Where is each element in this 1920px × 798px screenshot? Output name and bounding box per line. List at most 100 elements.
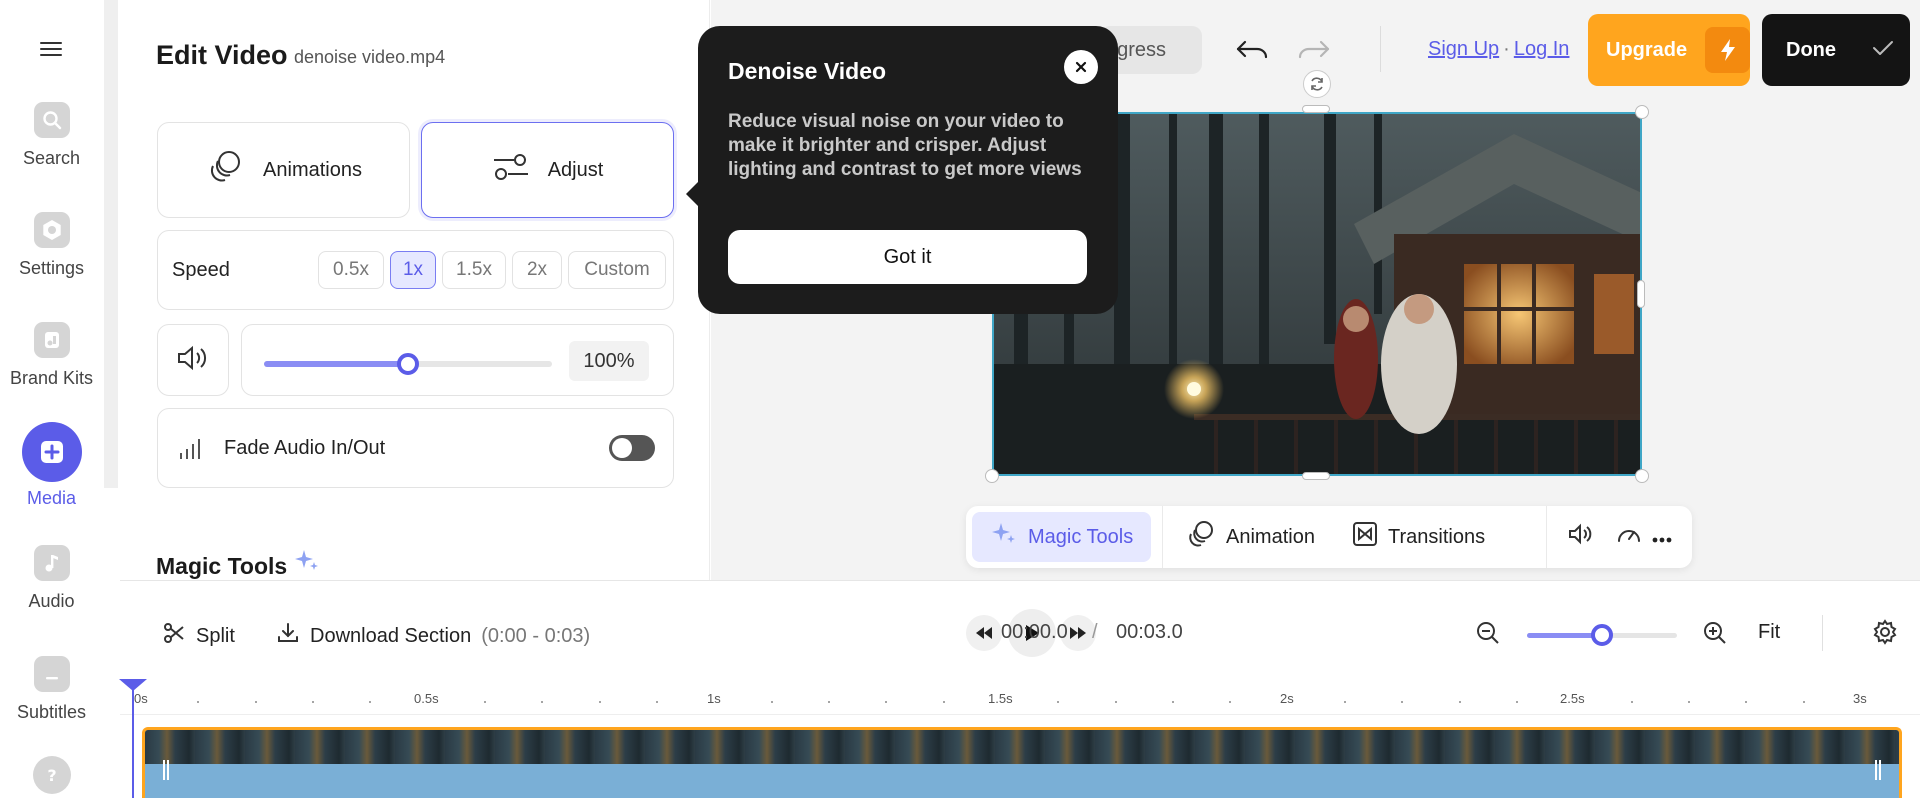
sidebar-item-audio[interactable]: Audio (0, 545, 103, 612)
speed-option-2x[interactable]: 2x (512, 251, 562, 289)
ruler-tick (656, 701, 658, 703)
speed-option-custom[interactable]: Custom (568, 251, 666, 289)
undo-icon[interactable] (1232, 32, 1272, 68)
speed-option-0-5x[interactable]: 0.5x (318, 251, 384, 289)
clip-speed-button[interactable] (1616, 512, 1642, 562)
ruler-label: 2.5s (1560, 691, 1585, 706)
fade-audio-control: Fade Audio In/Out (157, 408, 674, 488)
volume-slider[interactable] (264, 353, 552, 375)
current-time: 00:00.0 (1001, 621, 1068, 643)
resize-handle-right[interactable] (1637, 280, 1645, 308)
redo-icon[interactable] (1294, 32, 1334, 68)
denoise-tooltip: Denoise Video Reduce visual noise on you… (686, 26, 1118, 314)
volume-slider-knob[interactable] (397, 353, 419, 375)
zoom-in-icon[interactable] (1702, 620, 1728, 651)
magic-tools-button[interactable]: Magic Tools (972, 512, 1152, 562)
sidebar-item-label: Subtitles (16, 702, 87, 722)
animations-mode-button[interactable]: Animations (157, 122, 410, 218)
page-title: Edit Video (156, 40, 288, 70)
rotate-icon[interactable] (1303, 70, 1331, 98)
sidebar-item-subtitles[interactable]: Subtitles (0, 656, 103, 723)
animation-icon (1186, 519, 1216, 555)
sidebar-item-media[interactable]: Media (0, 422, 103, 509)
auth-links: Sign Up · Log In (1428, 38, 1570, 60)
resize-handle-bottom[interactable] (1302, 472, 1330, 480)
clip-volume-button[interactable] (1568, 512, 1594, 562)
ruler-tick (1630, 701, 1633, 703)
sidebar-item-label: Settings (18, 258, 85, 278)
zoom-slider-knob[interactable] (1591, 624, 1613, 646)
timeline-ruler[interactable]: 0s 0.5s 1s 1.5s 2s 2.5s 3s (120, 679, 1920, 715)
volume-value: 100% (569, 341, 649, 381)
sidebar-item-label: Search (22, 148, 81, 168)
ruler-tick (1057, 701, 1060, 703)
ruler-tick (1516, 701, 1518, 703)
clip-thumbnails (145, 730, 1899, 764)
hamburger-menu-icon[interactable] (38, 38, 64, 60)
ruler-label: 1.5s (988, 691, 1013, 706)
sidebar-item-label: Audio (28, 591, 75, 611)
magic-tools-heading: Magic Tools (156, 548, 320, 580)
speed-option-1-5x[interactable]: 1.5x (442, 251, 506, 289)
tooltip-body: Reduce visual noise on your video to mak… (728, 111, 1082, 180)
volume-slider-fill (264, 361, 408, 367)
sidebar-item-brand-kits[interactable]: Brand Kits (0, 322, 103, 389)
adjust-label: Adjust (547, 158, 604, 181)
animation-button[interactable]: Animation (1186, 512, 1315, 562)
got-it-button[interactable]: Got it (728, 230, 1087, 284)
more-options-button[interactable] (1652, 512, 1672, 562)
mute-button[interactable] (157, 324, 229, 396)
ruler-tick (1802, 701, 1805, 703)
resize-handle-bottom-right[interactable] (1635, 469, 1649, 483)
close-icon[interactable] (1064, 50, 1098, 84)
sign-up-link[interactable]: Sign Up (1428, 38, 1499, 60)
sidebar-item-search[interactable]: Search (0, 102, 103, 169)
search-icon (33, 102, 70, 138)
ruler-tick (1688, 701, 1690, 703)
ruler-tick (1458, 701, 1461, 703)
rewind-icon[interactable] (966, 615, 1002, 651)
zoom-slider[interactable] (1527, 624, 1677, 646)
ruler-tick (828, 701, 830, 703)
fade-audio-label: Fade Audio In/Out (224, 437, 386, 459)
volume-control: 100% (241, 324, 674, 396)
ruler-tick (942, 701, 945, 703)
ruler-tick (1745, 701, 1748, 703)
ruler-tick (1401, 701, 1404, 703)
playhead[interactable] (119, 679, 147, 798)
ruler-tick (1114, 701, 1117, 703)
resize-handle-top[interactable] (1302, 105, 1330, 113)
clip-trim-start-handle[interactable] (163, 760, 169, 780)
speed-label: Speed (172, 259, 230, 281)
help-icon: ? (32, 756, 71, 794)
transitions-button[interactable]: Transitions (1352, 512, 1485, 562)
fade-audio-toggle[interactable] (609, 435, 655, 461)
volume-icon (1568, 523, 1594, 551)
log-in-link[interactable]: Log In (1514, 38, 1570, 60)
resize-handle-top-right[interactable] (1635, 105, 1649, 119)
resize-handle-bottom-left[interactable] (985, 469, 999, 483)
adjust-mode-button[interactable]: Adjust (421, 122, 674, 218)
speed-option-1x[interactable]: 1x (390, 251, 436, 289)
sliders-icon (492, 151, 530, 189)
ruler-tick (484, 701, 486, 703)
sidebar-scrollbar[interactable] (104, 0, 118, 488)
sidebar-item-help[interactable]: ? (0, 756, 103, 794)
split-button[interactable]: Split (162, 621, 235, 651)
ruler-tick (1172, 701, 1174, 703)
animation-icon (205, 147, 245, 193)
download-section-button[interactable]: Download Section (0:00 - 0:03) (276, 621, 590, 651)
sidebar-item-settings[interactable]: Settings (0, 212, 103, 279)
upgrade-button[interactable]: Upgrade (1588, 14, 1750, 86)
clip-trim-end-handle[interactable] (1875, 760, 1881, 780)
settings-icon (33, 212, 70, 248)
fit-button[interactable]: Fit (1758, 621, 1780, 644)
ruler-tick (598, 701, 601, 703)
signal-bars-icon (178, 437, 202, 464)
done-button[interactable]: Done (1762, 14, 1910, 86)
zoom-out-icon[interactable] (1475, 620, 1501, 651)
timeline-divider (1822, 615, 1823, 651)
video-clip-track[interactable] (142, 727, 1902, 798)
more-dots-icon (1652, 526, 1672, 549)
gear-icon[interactable] (1872, 619, 1898, 650)
